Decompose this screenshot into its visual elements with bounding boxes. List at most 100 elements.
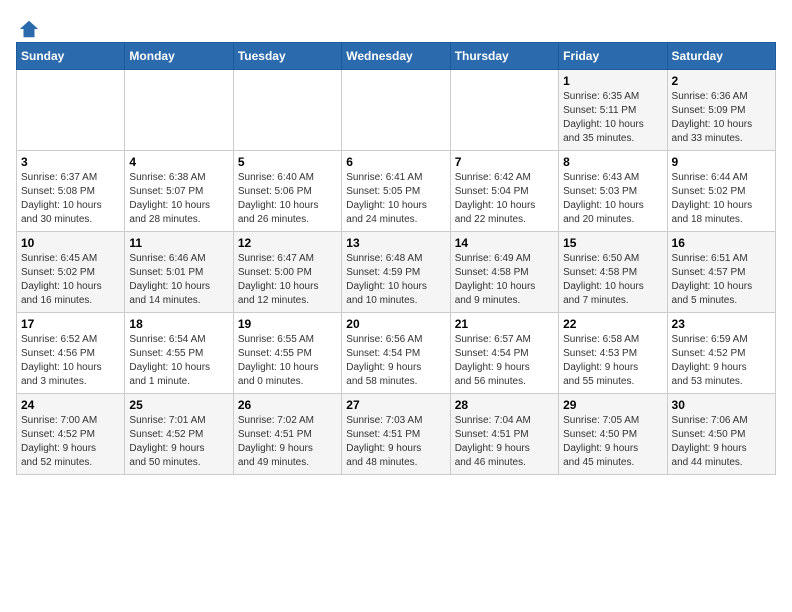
calendar-cell: 11 Sunrise: 6:46 AMSunset: 5:01 PMDayligh… [125,232,233,313]
day-number: 26 [238,398,337,412]
day-info: Sunrise: 6:36 AMSunset: 5:09 PMDaylight:… [672,90,771,146]
day-info: Sunrise: 6:49 AMSunset: 4:58 PMDaylight:… [455,252,554,308]
day-info: Sunrise: 7:00 AMSunset: 4:52 PMDaylight:… [21,414,120,470]
day-number: 2 [672,74,771,88]
day-number: 23 [672,317,771,331]
day-info: Sunrise: 6:45 AMSunset: 5:02 PMDaylight:… [21,252,120,308]
day-info: Sunrise: 6:40 AMSunset: 5:06 PMDaylight:… [238,171,337,227]
day-number: 21 [455,317,554,331]
logo [16,16,40,34]
day-info: Sunrise: 6:54 AMSunset: 4:55 PMDaylight:… [129,333,228,389]
day-number: 24 [21,398,120,412]
calendar-cell: 9Sunrise: 6:44 AMSunset: 5:02 PMDaylight… [667,151,775,232]
day-number: 6 [346,155,445,169]
calendar-cell [233,70,341,151]
day-info: Sunrise: 6:43 AMSunset: 5:03 PMDaylight:… [563,171,662,227]
day-number: 14 [455,236,554,250]
day-number: 25 [129,398,228,412]
calendar-cell: 1 Sunrise: 6:35 AMSunset: 5:11 PMDaylight… [559,70,667,151]
day-info: Sunrise: 6:56 AMSunset: 4:54 PMDaylight:… [346,333,445,389]
day-number: 29 [563,398,662,412]
calendar-cell: 22 Sunrise: 6:58 AMSunset: 4:53 PMDayligh… [559,313,667,394]
day-info: Sunrise: 7:02 AMSunset: 4:51 PMDaylight:… [238,414,337,470]
header [16,16,776,34]
calendar-cell: 13 Sunrise: 6:48 AMSunset: 4:59 PMDayligh… [342,232,450,313]
calendar-cell [17,70,125,151]
day-info: Sunrise: 6:46 AMSunset: 5:01 PMDaylight:… [129,252,228,308]
calendar-table: SundayMondayTuesdayWednesdayThursdayFrid… [16,42,776,475]
day-info: Sunrise: 6:51 AMSunset: 4:57 PMDaylight:… [672,252,771,308]
calendar-cell [450,70,558,151]
header-sunday: Sunday [17,43,125,70]
header-thursday: Thursday [450,43,558,70]
day-info: Sunrise: 7:06 AMSunset: 4:50 PMDaylight:… [672,414,771,470]
day-info: Sunrise: 6:35 AMSunset: 5:11 PMDaylight:… [563,90,662,146]
day-number: 22 [563,317,662,331]
header-friday: Friday [559,43,667,70]
day-number: 19 [238,317,337,331]
day-number: 13 [346,236,445,250]
day-number: 4 [129,155,228,169]
calendar-cell: 3Sunrise: 6:37 AMSunset: 5:08 PMDaylight… [17,151,125,232]
day-info: Sunrise: 6:47 AMSunset: 5:00 PMDaylight:… [238,252,337,308]
day-number: 15 [563,236,662,250]
calendar-cell: 4Sunrise: 6:38 AMSunset: 5:07 PMDaylight… [125,151,233,232]
calendar-cell: 12 Sunrise: 6:47 AMSunset: 5:00 PMDayligh… [233,232,341,313]
header-saturday: Saturday [667,43,775,70]
header-tuesday: Tuesday [233,43,341,70]
calendar-cell: 6 Sunrise: 6:41 AMSunset: 5:05 PMDaylight… [342,151,450,232]
day-number: 8 [563,155,662,169]
day-number: 28 [455,398,554,412]
calendar-cell: 21 Sunrise: 6:57 AMSunset: 4:54 PMDayligh… [450,313,558,394]
calendar-cell: 18 Sunrise: 6:54 AMSunset: 4:55 PMDayligh… [125,313,233,394]
day-number: 9 [672,155,771,169]
calendar-cell: 20 Sunrise: 6:56 AMSunset: 4:54 PMDayligh… [342,313,450,394]
day-number: 27 [346,398,445,412]
calendar-cell: 23 Sunrise: 6:59 AMSunset: 4:52 PMDayligh… [667,313,775,394]
calendar-cell: 26 Sunrise: 7:02 AMSunset: 4:51 PMDayligh… [233,394,341,475]
calendar-cell: 27 Sunrise: 7:03 AMSunset: 4:51 PMDayligh… [342,394,450,475]
day-info: Sunrise: 6:41 AMSunset: 5:05 PMDaylight:… [346,171,445,227]
day-number: 30 [672,398,771,412]
day-number: 18 [129,317,228,331]
calendar-cell: 30 Sunrise: 7:06 AMSunset: 4:50 PMDayligh… [667,394,775,475]
day-info: Sunrise: 6:58 AMSunset: 4:53 PMDaylight:… [563,333,662,389]
day-number: 16 [672,236,771,250]
calendar-cell: 29 Sunrise: 7:05 AMSunset: 4:50 PMDayligh… [559,394,667,475]
calendar-cell: 19 Sunrise: 6:55 AMSunset: 4:55 PMDayligh… [233,313,341,394]
day-info: Sunrise: 6:55 AMSunset: 4:55 PMDaylight:… [238,333,337,389]
day-info: Sunrise: 7:05 AMSunset: 4:50 PMDaylight:… [563,414,662,470]
calendar-cell: 25 Sunrise: 7:01 AMSunset: 4:52 PMDayligh… [125,394,233,475]
day-info: Sunrise: 7:03 AMSunset: 4:51 PMDaylight:… [346,414,445,470]
calendar-cell: 16 Sunrise: 6:51 AMSunset: 4:57 PMDayligh… [667,232,775,313]
day-number: 5 [238,155,337,169]
day-info: Sunrise: 6:59 AMSunset: 4:52 PMDaylight:… [672,333,771,389]
day-info: Sunrise: 6:57 AMSunset: 4:54 PMDaylight:… [455,333,554,389]
day-info: Sunrise: 6:42 AMSunset: 5:04 PMDaylight:… [455,171,554,227]
calendar-header: SundayMondayTuesdayWednesdayThursdayFrid… [17,43,776,70]
calendar-cell: 14 Sunrise: 6:49 AMSunset: 4:58 PMDayligh… [450,232,558,313]
calendar-cell: 7Sunrise: 6:42 AMSunset: 5:04 PMDaylight… [450,151,558,232]
calendar-cell: 8 Sunrise: 6:43 AMSunset: 5:03 PMDaylight… [559,151,667,232]
calendar-cell: 10 Sunrise: 6:45 AMSunset: 5:02 PMDayligh… [17,232,125,313]
day-number: 3 [21,155,120,169]
calendar-cell: 24 Sunrise: 7:00 AMSunset: 4:52 PMDayligh… [17,394,125,475]
day-info: Sunrise: 7:04 AMSunset: 4:51 PMDaylight:… [455,414,554,470]
logo-icon [18,18,40,40]
day-number: 17 [21,317,120,331]
day-number: 11 [129,236,228,250]
day-number: 10 [21,236,120,250]
day-number: 1 [563,74,662,88]
day-info: Sunrise: 6:48 AMSunset: 4:59 PMDaylight:… [346,252,445,308]
calendar-cell: 2 Sunrise: 6:36 AMSunset: 5:09 PMDaylight… [667,70,775,151]
day-number: 20 [346,317,445,331]
day-number: 12 [238,236,337,250]
header-wednesday: Wednesday [342,43,450,70]
calendar-cell [342,70,450,151]
calendar-cell [125,70,233,151]
calendar-cell: 17Sunrise: 6:52 AMSunset: 4:56 PMDayligh… [17,313,125,394]
day-info: Sunrise: 6:50 AMSunset: 4:58 PMDaylight:… [563,252,662,308]
day-info: Sunrise: 7:01 AMSunset: 4:52 PMDaylight:… [129,414,228,470]
calendar-cell: 15 Sunrise: 6:50 AMSunset: 4:58 PMDayligh… [559,232,667,313]
calendar-cell: 5 Sunrise: 6:40 AMSunset: 5:06 PMDaylight… [233,151,341,232]
